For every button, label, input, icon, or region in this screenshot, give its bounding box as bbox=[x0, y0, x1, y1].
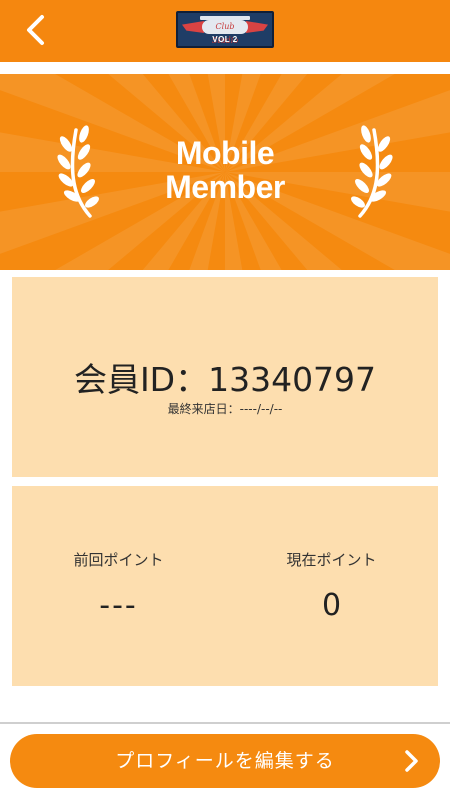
current-points: 現在ポイント 0 bbox=[225, 486, 438, 686]
banner-title: Mobile Member bbox=[0, 136, 450, 204]
last-visit-date: 最終来店日：----/--/-- bbox=[167, 402, 283, 416]
previous-points-label: 前回ポイント bbox=[73, 551, 164, 569]
current-points-label: 現在ポイント bbox=[286, 551, 377, 569]
member-banner: Mobile Member bbox=[0, 74, 450, 270]
previous-points: 前回ポイント --- bbox=[12, 486, 225, 686]
chevron-right-icon bbox=[405, 750, 418, 772]
banner-title-line2: Member bbox=[165, 169, 285, 205]
logo-vol-text: VOL 2 bbox=[212, 35, 238, 44]
banner-title-line1: Mobile bbox=[175, 135, 275, 171]
edit-profile-button[interactable]: プロフィールを編集する bbox=[10, 734, 440, 788]
edit-profile-label: プロフィールを編集する bbox=[115, 750, 335, 772]
logo-wing-right bbox=[246, 21, 268, 33]
back-button[interactable] bbox=[14, 10, 58, 50]
logo-wing-left bbox=[182, 21, 204, 33]
member-id: 会員ID：13340797 bbox=[73, 360, 377, 399]
app-header: Club Studio VOL 2 bbox=[0, 0, 450, 62]
previous-points-value: --- bbox=[99, 588, 138, 623]
brand-logo: Club Studio VOL 2 bbox=[176, 11, 274, 48]
member-id-card: 会員ID：13340797 最終来店日：----/--/-- bbox=[12, 277, 438, 477]
points-card: 前回ポイント --- 現在ポイント 0 bbox=[12, 486, 438, 686]
current-points-value: 0 bbox=[321, 588, 342, 623]
chevron-left-icon bbox=[27, 15, 44, 45]
footer-divider bbox=[0, 722, 450, 724]
logo-script-text: Club Studio bbox=[211, 22, 239, 45]
